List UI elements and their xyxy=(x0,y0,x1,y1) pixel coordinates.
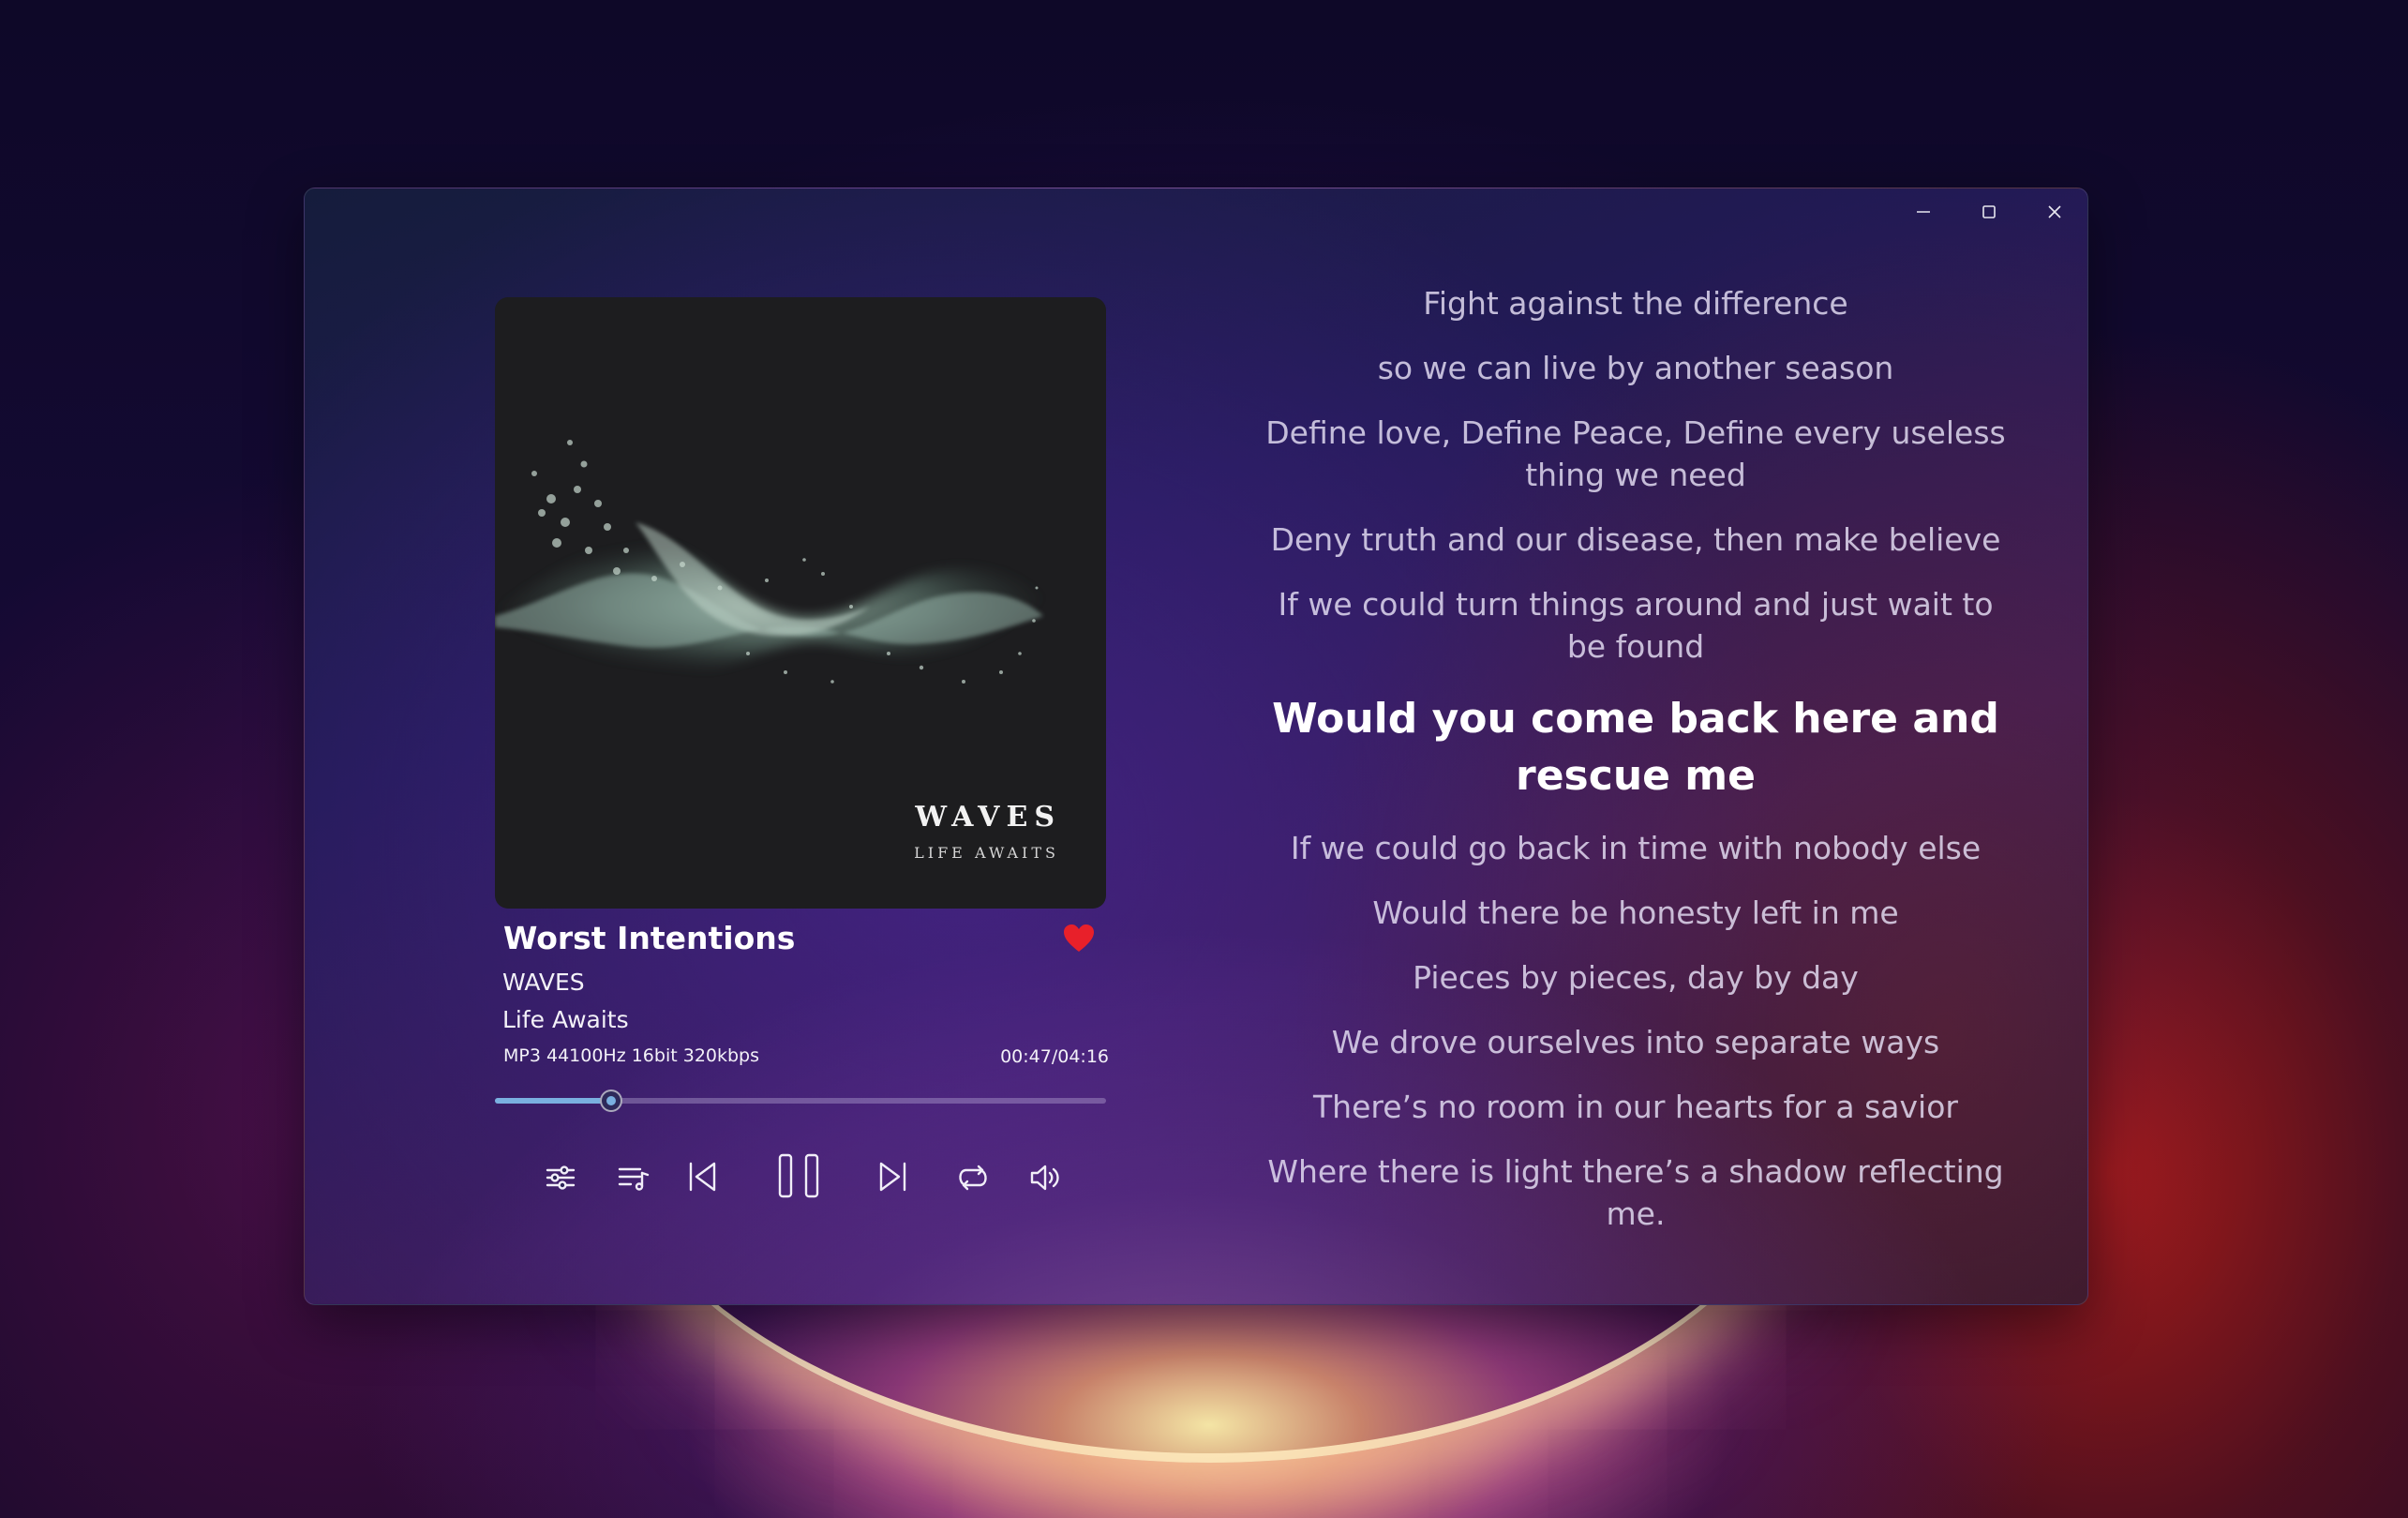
playback-time: 00:47/04:16 xyxy=(1000,1046,1109,1067)
music-player-window: WAVES LIFE AWAITS Worst Intentions WAVES… xyxy=(304,188,2088,1305)
lyric-line[interactable]: If we could go back in time with nobody … xyxy=(1261,827,2011,869)
lyric-line[interactable]: Define love, Define Peace, Define every … xyxy=(1261,412,2011,496)
next-icon xyxy=(879,1162,906,1192)
lyric-line[interactable]: We drove ourselves into separate ways xyxy=(1261,1021,2011,1063)
maximize-button[interactable] xyxy=(1956,188,2022,235)
close-icon xyxy=(2048,205,2061,218)
previous-icon xyxy=(689,1162,716,1192)
lyric-line[interactable]: Would there be honesty left in me xyxy=(1261,892,2011,934)
track-artist[interactable]: WAVES xyxy=(502,969,585,996)
volume-icon xyxy=(1030,1165,1059,1191)
lyric-line[interactable]: If we could turn things around and just … xyxy=(1261,583,2011,668)
lyrics-panel: Fight against the difference so we can li… xyxy=(1261,282,2011,1257)
lyric-line[interactable]: Pieces by pieces, day by day xyxy=(1261,956,2011,999)
progress-thumb[interactable] xyxy=(599,1090,622,1112)
lyric-line[interactable]: Where there is light there’s a shadow re… xyxy=(1261,1150,2011,1235)
equalizer-button[interactable] xyxy=(542,1159,579,1196)
minimize-button[interactable] xyxy=(1891,188,1956,235)
audio-format: MP3 44100Hz 16bit 320kbps xyxy=(503,1045,760,1066)
maximize-icon xyxy=(1982,205,1996,218)
album-art: WAVES LIFE AWAITS xyxy=(495,297,1106,909)
title-bar xyxy=(1881,188,2087,245)
progress-fill xyxy=(495,1098,611,1104)
playlist-button[interactable] xyxy=(615,1159,652,1196)
lyric-line[interactable]: Fight against the difference xyxy=(1261,282,2011,324)
volume-button[interactable] xyxy=(1026,1159,1064,1196)
next-button-slot xyxy=(1178,1158,1216,1195)
track-album[interactable]: Life Awaits xyxy=(502,1006,629,1033)
lyric-line-current[interactable]: Would you come back here and rescue me xyxy=(1261,690,2011,804)
heart-icon xyxy=(1064,924,1094,952)
lyric-line[interactable]: so we can live by another season xyxy=(1261,347,2011,389)
equalizer-icon xyxy=(546,1165,576,1190)
next-button[interactable] xyxy=(875,1158,912,1195)
favorite-button[interactable] xyxy=(1062,923,1096,954)
pause-icon xyxy=(778,1153,819,1198)
close-button[interactable] xyxy=(2022,188,2087,235)
repeat-icon xyxy=(959,1165,987,1191)
repeat-button[interactable] xyxy=(954,1159,992,1196)
lyric-line[interactable]: Deny truth and our disease, then make be… xyxy=(1261,519,2011,561)
playlist-icon xyxy=(618,1167,650,1191)
track-title: Worst Intentions xyxy=(503,920,796,956)
minimize-icon xyxy=(1917,211,1930,213)
album-art-subtitle: LIFE AWAITS xyxy=(914,844,1059,862)
pause-button[interactable] xyxy=(773,1150,824,1203)
lyric-line[interactable]: There’s no room in our hearts for a savi… xyxy=(1261,1086,2011,1128)
previous-button[interactable] xyxy=(683,1158,721,1195)
album-art-title: WAVES xyxy=(915,801,1061,834)
progress-slider[interactable] xyxy=(495,1090,1106,1112)
